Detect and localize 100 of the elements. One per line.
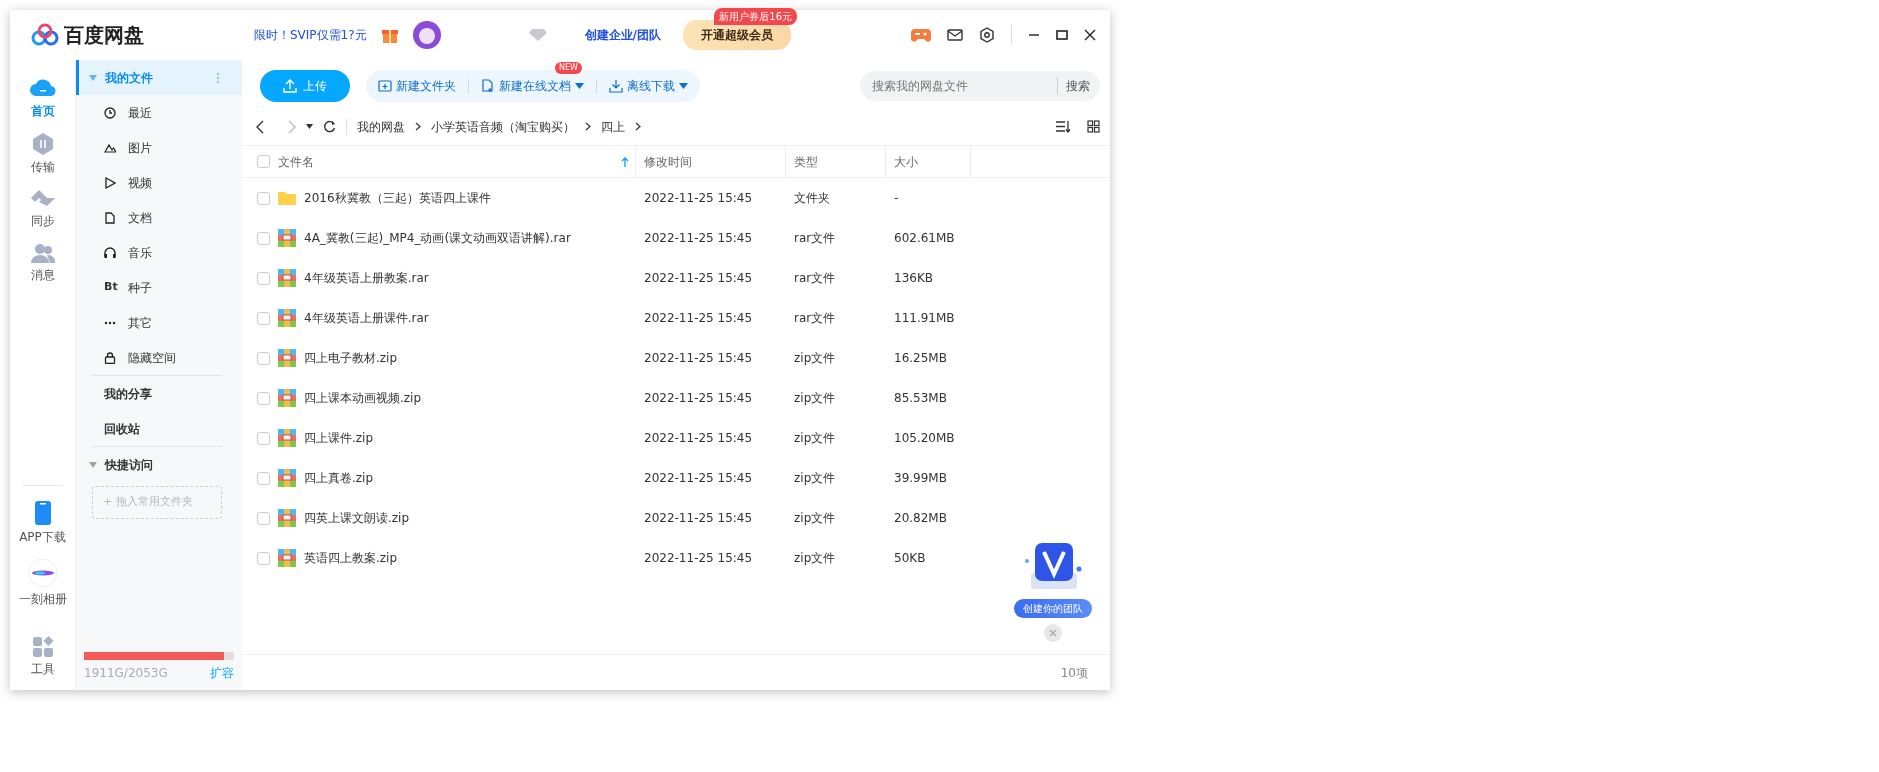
search-button[interactable]: 搜索	[1057, 77, 1090, 95]
file-size: 20.82MB	[893, 510, 948, 527]
mail-icon[interactable]	[947, 28, 963, 42]
grid-view-icon[interactable]	[1087, 120, 1100, 133]
document-icon	[104, 211, 116, 224]
file-type: zip文件	[793, 390, 837, 407]
archive-icon	[278, 509, 296, 527]
nav-item[interactable]: 最近	[76, 95, 242, 130]
nav-item[interactable]: Bt 种子	[76, 270, 242, 305]
checkbox[interactable]	[256, 471, 270, 485]
archive-icon	[278, 429, 296, 447]
checkbox[interactable]	[256, 391, 270, 405]
nav-item[interactable]: 音乐	[76, 235, 242, 270]
file-name[interactable]: 4年级英语上册课件.rar	[304, 309, 429, 327]
avatar-icon[interactable]	[412, 21, 441, 49]
toolbar-button[interactable]: 新建文件夹	[378, 77, 456, 95]
file-size: 136KB	[893, 270, 934, 287]
triangle-icon	[89, 74, 97, 81]
nav-item[interactable]: 我的分享	[76, 376, 242, 411]
upload-icon	[283, 79, 297, 93]
file-type: zip文件	[793, 470, 837, 487]
file-name[interactable]: 四上电子教材.zip	[304, 349, 398, 367]
column-header[interactable]: 类型	[786, 146, 886, 177]
settings-icon[interactable]	[979, 27, 995, 43]
forward-icon[interactable]	[288, 119, 296, 134]
breadcrumb-link[interactable]: 小学英语音频（淘宝购买）	[431, 117, 575, 136]
checkbox[interactable]	[256, 155, 270, 168]
modified-time: 2022-11-25 15:45	[643, 430, 754, 447]
checkbox[interactable]	[256, 311, 270, 325]
archive-icon	[278, 309, 296, 327]
nav-item[interactable]: 其它	[76, 305, 242, 340]
rail-item[interactable]: 传输	[9, 126, 76, 182]
promo-text[interactable]: 限时！SVIP仅需1?元	[254, 26, 367, 44]
checkbox[interactable]	[256, 351, 270, 365]
clock-icon	[104, 106, 116, 119]
file-name[interactable]: 四上课件.zip	[304, 429, 374, 447]
storage-usage: 1911G/2053G	[84, 665, 168, 682]
file-name[interactable]: 四英上课文朗读.zip	[304, 509, 410, 527]
file-name[interactable]: 四上课本动画视频.zip	[304, 389, 422, 407]
nav-item[interactable]: 隐藏空间	[76, 340, 242, 375]
gamepad-icon[interactable]	[911, 27, 931, 43]
close-widget-button[interactable]	[1044, 624, 1062, 642]
sort-icon[interactable]	[1055, 120, 1071, 133]
column-header[interactable]: 文件名	[276, 146, 636, 177]
nav-item[interactable]: 文档	[76, 200, 242, 235]
modified-time: 2022-11-25 15:45	[643, 350, 754, 367]
modified-time: 2022-11-25 15:45	[643, 510, 754, 527]
file-size: 16.25MB	[893, 350, 948, 367]
archive-icon	[278, 469, 296, 487]
more-icon	[216, 71, 220, 84]
checkbox[interactable]	[256, 271, 270, 285]
checkbox[interactable]	[256, 511, 270, 525]
column-header[interactable]: 大小	[886, 146, 971, 177]
breadcrumb-link[interactable]: 四上	[601, 117, 625, 136]
file-name[interactable]: 四上真卷.zip	[304, 469, 374, 487]
rail-item[interactable]: 消息	[9, 236, 76, 290]
caret-icon[interactable]	[306, 124, 313, 129]
toolbar-button[interactable]: 新建在线文档	[481, 77, 584, 95]
back-icon[interactable]	[256, 119, 264, 134]
headphones-icon	[104, 246, 116, 259]
file-type: rar文件	[793, 270, 837, 287]
nav-item[interactable]: 图片	[76, 130, 242, 165]
checkbox[interactable]	[256, 191, 270, 205]
nav-item[interactable]: 回收站	[76, 411, 242, 446]
breadcrumb-link[interactable]: 我的网盘	[357, 117, 405, 136]
toolbar-button[interactable]: 离线下载	[609, 77, 688, 95]
file-name[interactable]: 4年级英语上册教案.rar	[304, 269, 429, 287]
modified-time: 2022-11-25 15:45	[643, 470, 754, 487]
checkbox[interactable]	[256, 551, 270, 565]
file-name[interactable]: 2016秋冀教（三起）英语四上课件	[304, 189, 491, 207]
nav-item[interactable]: 视频	[76, 165, 242, 200]
file-type: rar文件	[793, 230, 837, 247]
checkbox[interactable]	[256, 231, 270, 245]
create-team-link[interactable]: 创建企业/团队	[584, 26, 661, 44]
logo-icon	[30, 23, 60, 47]
rail-item[interactable]: APP下载	[9, 494, 76, 552]
modified-time: 2022-11-25 15:45	[643, 310, 754, 327]
new-document-icon	[481, 79, 495, 93]
archive-icon	[278, 229, 296, 247]
maximize-icon[interactable]	[1056, 29, 1068, 41]
phone-icon	[33, 500, 52, 526]
file-name[interactable]: 英语四上教案.zip	[304, 549, 398, 567]
checkbox[interactable]	[256, 431, 270, 445]
refresh-icon[interactable]	[323, 120, 336, 133]
archive-icon	[278, 549, 296, 567]
rail-item[interactable]: 一刻相册	[9, 552, 76, 614]
people-icon	[29, 242, 56, 264]
coupon-badge: 新用户券后16元	[714, 8, 797, 25]
rail-item[interactable]: 工具	[9, 630, 76, 684]
nav-item[interactable]: 快捷访问	[76, 447, 242, 482]
diamond-icon[interactable]	[528, 28, 547, 42]
rail-item[interactable]: 同步	[9, 182, 76, 236]
column-header[interactable]: 修改时间	[636, 146, 786, 177]
create-team-button[interactable]: 创建你的团队	[1014, 599, 1092, 618]
file-size: 50KB	[893, 550, 927, 567]
caret-icon	[575, 83, 584, 89]
search-field[interactable]: 搜索我的网盘文件 搜索	[860, 71, 1100, 101]
close-icon[interactable]	[1084, 29, 1096, 41]
modified-time: 2022-11-25 15:45	[643, 190, 754, 207]
file-name[interactable]: 4A_冀教(三起)_MP4_动画(课文动画双语讲解).rar	[304, 229, 571, 247]
